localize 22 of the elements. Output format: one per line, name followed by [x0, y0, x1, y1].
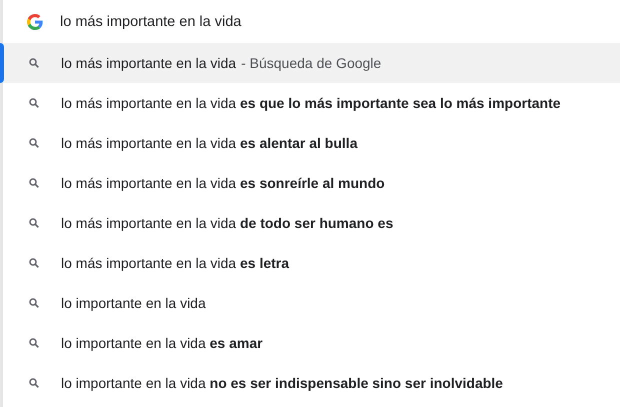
search-icon [29, 218, 39, 228]
suggestion-text: lo más importante en la vida es sonreírle al mundo [61, 174, 385, 193]
suggestion-text: lo importante en la vida es amar [61, 334, 263, 353]
suggestion-text: lo importante en la vida no es ser indispensable sino ser inolvidable [61, 374, 503, 393]
google-logo-icon [27, 14, 43, 30]
suggestion-text: lo más importante en la vida es que lo más importante sea lo más importante [61, 94, 561, 113]
suggestion-text: lo más importante en la vida [61, 54, 236, 73]
search-icon [29, 58, 39, 68]
suggestion-text: lo más importante en la vida de todo ser humano es [61, 214, 394, 233]
search-field[interactable]: lo más importante en la vida [60, 6, 620, 36]
suggestion-item[interactable]: lo más importante en la vida - Búsqueda de Google [3, 43, 620, 83]
search-icon [29, 178, 39, 188]
search-icon [29, 98, 39, 108]
search-icon [29, 378, 39, 388]
suggestion-text: lo más importante en la vida es letra [61, 254, 290, 273]
search-icon [29, 258, 39, 268]
search-icon [29, 338, 39, 348]
search-icon [29, 138, 39, 148]
suggestion-text: lo importante en la vida [61, 294, 206, 313]
search-icon [29, 298, 39, 308]
suggestion-text: lo más importante en la vida es alentar al bulla [61, 134, 358, 153]
suggestion-suffix: - Búsqueda de Google [241, 54, 382, 73]
